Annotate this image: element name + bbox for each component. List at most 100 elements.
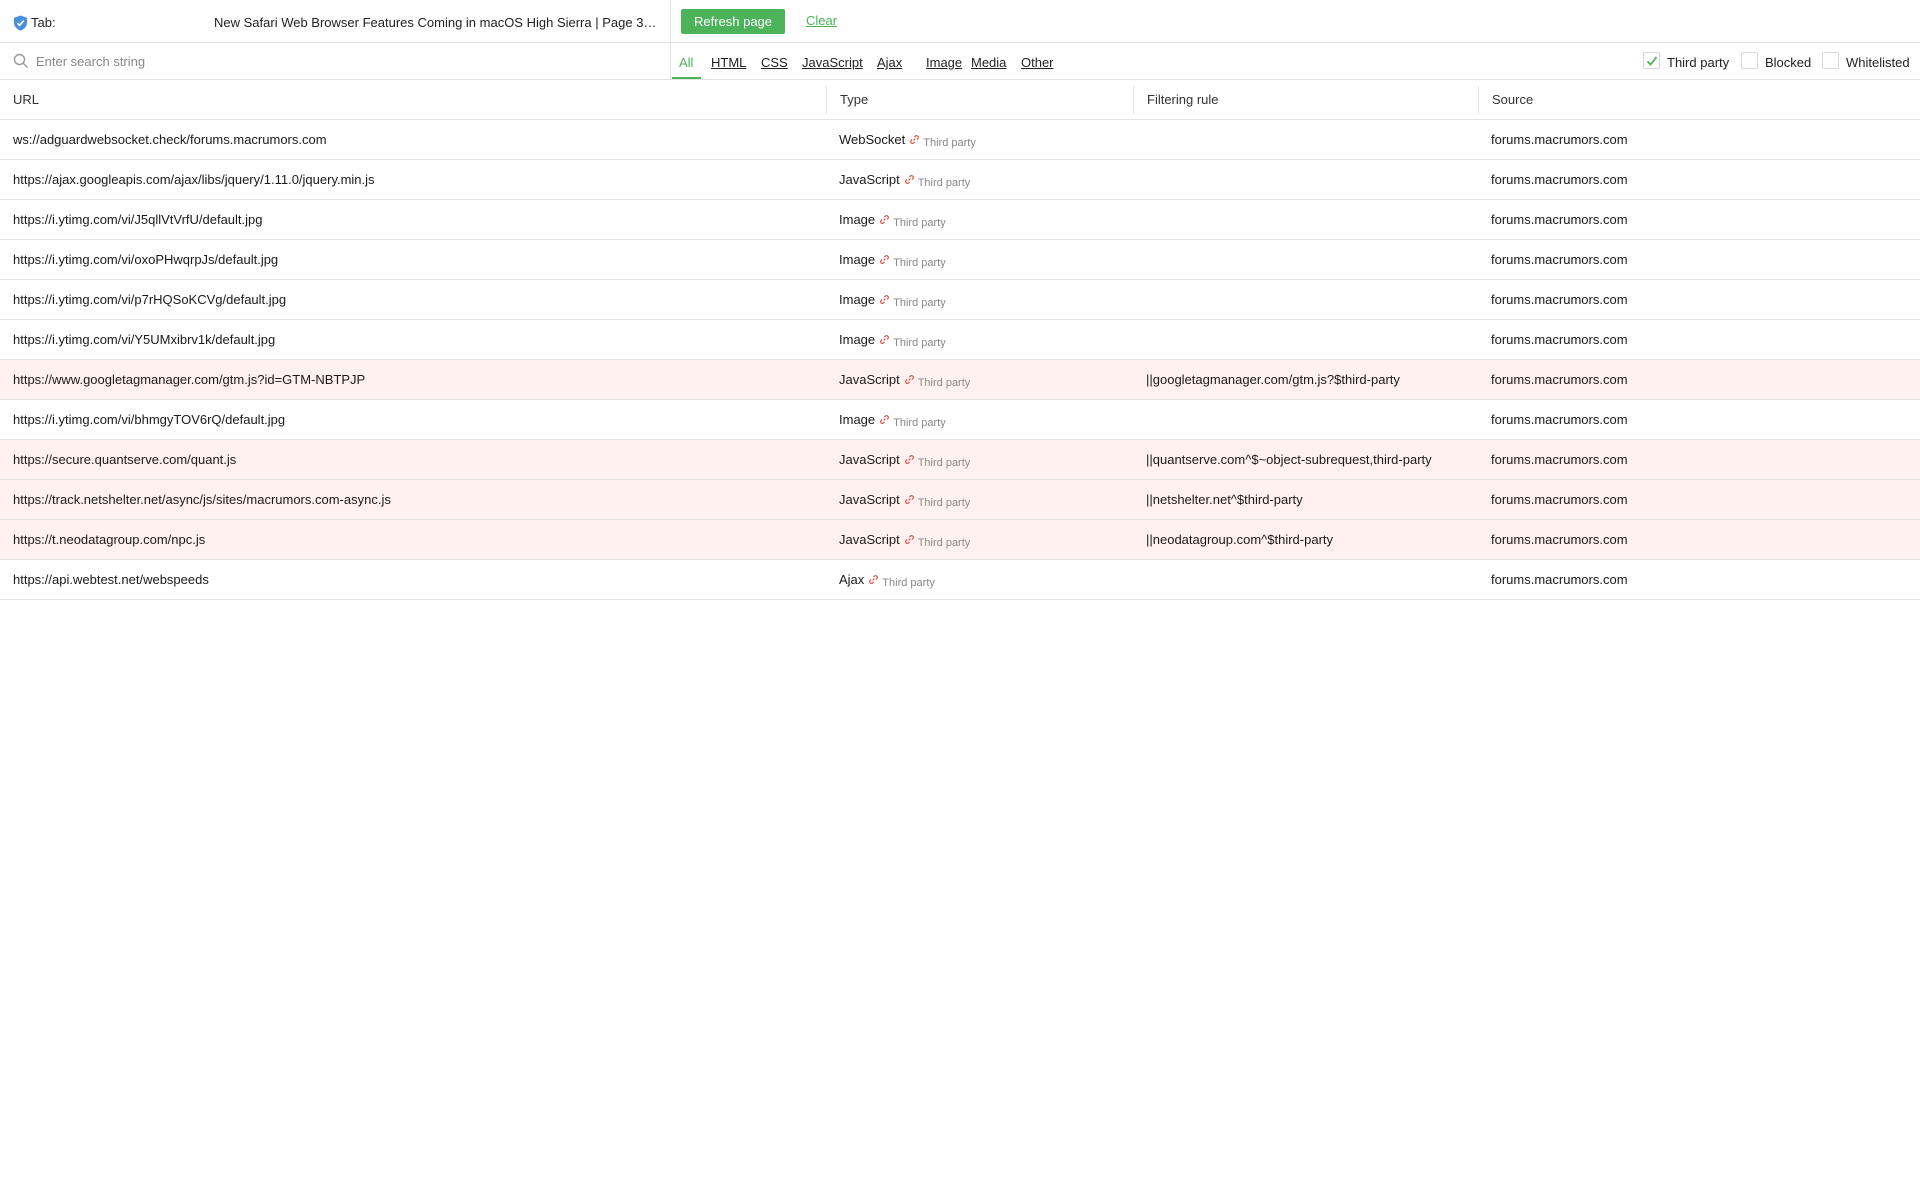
- table-row[interactable]: https://i.ytimg.com/vi/bhmgyTOV6rQ/defau…: [0, 400, 1920, 440]
- table-row[interactable]: https://i.ytimg.com/vi/p7rHQSoKCVg/defau…: [0, 280, 1920, 320]
- type-value: Image: [839, 412, 876, 427]
- tab-image[interactable]: Image: [926, 55, 962, 70]
- search-input[interactable]: [36, 50, 656, 72]
- type-cell: Image Third party: [839, 320, 1129, 360]
- table-row[interactable]: https://www.googletagmanager.com/gtm.js?…: [0, 360, 1920, 400]
- third-party-checkbox[interactable]: [1643, 52, 1660, 69]
- table-row[interactable]: https://secure.quantserve.com/quant.js Ja…: [0, 440, 1920, 480]
- top-bar: Tab: New Safari Web Browser Features Com…: [0, 0, 1920, 43]
- table-row[interactable]: https://t.neodatagroup.com/npc.js JavaScr…: [0, 520, 1920, 560]
- whitelisted-checkbox[interactable]: [1822, 52, 1839, 69]
- source-cell: forums.macrumors.com: [1491, 212, 1628, 227]
- column-header-filtering-rule[interactable]: Filtering rule: [1147, 80, 1219, 120]
- filtering-rule-cell: [1146, 240, 1476, 280]
- third-party-badge: Third party: [893, 337, 946, 349]
- url-cell: https://i.ytimg.com/vi/Y5UMxibrv1k/defau…: [13, 332, 276, 347]
- table-row[interactable]: https://i.ytimg.com/vi/Y5UMxibrv1k/defau…: [0, 320, 1920, 360]
- whitelisted-label: Whitelisted: [1846, 55, 1910, 70]
- type-cell: JavaScript Third party: [839, 160, 1129, 200]
- table-row[interactable]: https://ajax.googleapis.com/ajax/libs/jq…: [0, 160, 1920, 200]
- link-icon: [880, 335, 890, 344]
- source-cell: forums.macrumors.com: [1491, 572, 1628, 587]
- column-header-url[interactable]: URL: [13, 80, 39, 120]
- third-party-badge: Third party: [917, 457, 971, 469]
- third-party-label: Third party: [1667, 55, 1730, 70]
- table-row[interactable]: ws://adguardwebsocket.check/forums.macru…: [0, 120, 1920, 160]
- type-cell: Image Third party: [839, 240, 1129, 280]
- type-cell: Ajax Third party: [839, 560, 1129, 600]
- filtering-rule-cell: [1146, 160, 1476, 200]
- source-cell: forums.macrumors.com: [1491, 172, 1628, 187]
- url-cell: https://t.neodatagroup.com/npc.js: [13, 532, 206, 547]
- column-header-source[interactable]: Source: [1492, 80, 1533, 120]
- type-value: JavaScript: [839, 452, 900, 467]
- filtering-rule-cell: ||netshelter.net^$third-party: [1146, 492, 1303, 507]
- tab-css[interactable]: CSS: [761, 55, 788, 70]
- link-icon: [904, 175, 914, 184]
- column-header-type[interactable]: Type: [840, 80, 868, 120]
- filtering-rule-cell: ||quantserve.com^$~object-subrequest,thi…: [1146, 452, 1432, 467]
- link-icon: [880, 415, 890, 424]
- type-value: JavaScript: [839, 172, 900, 187]
- type-cell: JavaScript Third party: [839, 480, 1129, 520]
- table-row[interactable]: https://api.webtest.net/webspeeds Ajax Thi…: [0, 560, 1920, 600]
- type-cell: Image Third party: [839, 400, 1129, 440]
- column-divider[interactable]: [1478, 86, 1479, 114]
- clear-link[interactable]: Clear: [806, 13, 837, 28]
- link-icon: [880, 255, 890, 264]
- tab-all[interactable]: All: [679, 55, 693, 70]
- type-cell: WebSocket Third party: [839, 120, 1129, 160]
- tab-javascript[interactable]: JavaScript: [802, 55, 863, 70]
- type-value: Image: [839, 252, 876, 267]
- type-value: JavaScript: [839, 372, 900, 387]
- link-icon: [869, 575, 879, 584]
- type-value: Ajax: [839, 572, 865, 587]
- filtering-rule-cell: [1146, 200, 1476, 240]
- url-cell: https://i.ytimg.com/vi/oxoPHwqrpJs/defau…: [13, 252, 279, 267]
- url-cell: https://i.ytimg.com/vi/p7rHQSoKCVg/defau…: [13, 292, 287, 307]
- filtering-rule-cell: [1146, 120, 1476, 160]
- source-cell: forums.macrumors.com: [1491, 132, 1628, 147]
- link-icon: [904, 495, 914, 504]
- table-header: URL Type Filtering rule Source: [0, 80, 1920, 120]
- type-value: Image: [839, 212, 876, 227]
- column-divider[interactable]: [826, 86, 827, 114]
- column-divider[interactable]: [1133, 86, 1134, 114]
- filtering-rule-cell: ||neodatagroup.com^$third-party: [1146, 532, 1334, 547]
- blocked-checkbox[interactable]: [1741, 52, 1758, 69]
- type-cell: Image Third party: [839, 200, 1129, 240]
- third-party-badge: Third party: [893, 417, 946, 429]
- table-row[interactable]: https://track.netshelter.net/async/js/si…: [0, 480, 1920, 520]
- tab-select[interactable]: New Safari Web Browser Features Coming i…: [214, 15, 660, 30]
- source-cell: forums.macrumors.com: [1491, 532, 1628, 547]
- table-row[interactable]: https://i.ytimg.com/vi/oxoPHwqrpJs/defau…: [0, 240, 1920, 280]
- refresh-page-button[interactable]: Refresh page: [681, 9, 785, 34]
- link-icon: [880, 295, 890, 304]
- url-cell: https://track.netshelter.net/async/js/si…: [13, 492, 391, 507]
- url-cell: https://api.webtest.net/webspeeds: [13, 572, 209, 587]
- search-icon: [13, 53, 28, 68]
- blocked-label: Blocked: [1765, 55, 1812, 70]
- third-party-badge: Third party: [893, 257, 946, 269]
- filtering-rule-cell: [1146, 560, 1476, 600]
- tab-ajax[interactable]: Ajax: [877, 55, 902, 70]
- shield-icon: [14, 15, 27, 31]
- filtering-rule-cell: ||googletagmanager.com/gtm.js?$third-par…: [1146, 372, 1400, 387]
- type-cell: JavaScript Third party: [839, 520, 1129, 560]
- source-cell: forums.macrumors.com: [1491, 292, 1628, 307]
- table-row[interactable]: https://i.ytimg.com/vi/J5qllVtVrfU/defau…: [0, 200, 1920, 240]
- type-cell: JavaScript Third party: [839, 440, 1129, 480]
- source-cell: forums.macrumors.com: [1491, 252, 1628, 267]
- tab-other[interactable]: Other: [1021, 55, 1054, 70]
- type-value: JavaScript: [839, 532, 900, 547]
- filtering-rule-cell: [1146, 280, 1476, 320]
- tab-html[interactable]: HTML: [711, 55, 746, 70]
- source-cell: forums.macrumors.com: [1491, 332, 1628, 347]
- tab-selector-area: Tab: New Safari Web Browser Features Com…: [0, 0, 671, 43]
- source-cell: forums.macrumors.com: [1491, 452, 1628, 467]
- third-party-badge: Third party: [917, 177, 971, 189]
- url-cell: https://ajax.googleapis.com/ajax/libs/jq…: [13, 172, 375, 187]
- url-cell: https://i.ytimg.com/vi/bhmgyTOV6rQ/defau…: [13, 412, 286, 427]
- tab-media[interactable]: Media: [971, 55, 1006, 70]
- source-cell: forums.macrumors.com: [1491, 412, 1628, 427]
